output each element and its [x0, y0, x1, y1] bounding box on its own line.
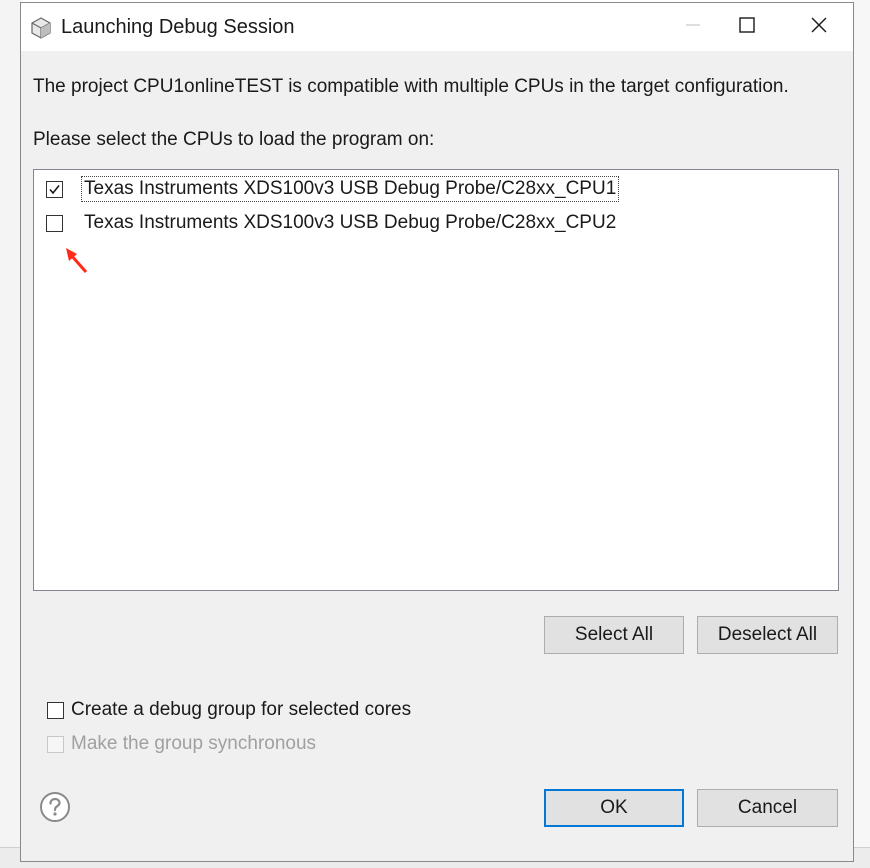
debug-session-icon: [29, 16, 53, 40]
close-button[interactable]: [787, 3, 851, 51]
close-icon: [811, 17, 827, 38]
ok-label: OK: [600, 797, 628, 818]
debug-group-option[interactable]: Create a debug group for selected cores: [47, 699, 411, 721]
cpu2-checkbox[interactable]: [46, 214, 63, 232]
cpu2-label: Texas Instruments XDS100v3 USB Debug Pro…: [84, 212, 617, 233]
select-cpus-prompt: Please select the CPUs to load the progr…: [33, 129, 435, 150]
deselect-all-label: Deselect All: [717, 624, 818, 645]
cpu-item-cpu2[interactable]: Texas Instruments XDS100v3 USB Debug Pro…: [46, 209, 618, 237]
synchronous-option: Make the group synchronous: [47, 733, 316, 755]
window-title: Launching Debug Session: [61, 16, 295, 38]
cpu-item-cpu1[interactable]: Texas Instruments XDS100v3 USB Debug Pro…: [46, 175, 620, 203]
minimize-icon: [686, 18, 700, 37]
cancel-button[interactable]: Cancel: [697, 789, 838, 827]
debug-group-label: Create a debug group for selected cores: [71, 699, 412, 720]
red-arrow-icon: [64, 246, 90, 281]
ok-button[interactable]: OK: [544, 789, 684, 827]
compatibility-message: The project CPU1onlineTEST is compatible…: [33, 76, 789, 97]
help-icon[interactable]: [39, 791, 71, 823]
select-all-button[interactable]: Select All: [544, 616, 684, 654]
launch-debug-dialog: Launching Debug Session The project CPU1…: [20, 2, 854, 862]
title-bar: Launching Debug Session: [21, 3, 853, 51]
deselect-all-button[interactable]: Deselect All: [697, 616, 838, 654]
cancel-label: Cancel: [737, 797, 798, 818]
cpu1-label: Texas Instruments XDS100v3 USB Debug Pro…: [80, 176, 620, 202]
maximize-icon: [739, 16, 755, 38]
select-all-label: Select All: [574, 624, 654, 645]
synchronous-checkbox: [47, 735, 64, 753]
cpu1-checkbox[interactable]: [46, 180, 63, 198]
background-editor-left: [0, 0, 22, 867]
debug-group-checkbox[interactable]: [47, 701, 64, 719]
synchronous-label: Make the group synchronous: [71, 733, 317, 754]
maximize-button[interactable]: [715, 3, 779, 51]
background-editor-right: [852, 0, 870, 867]
cpu-list[interactable]: Texas Instruments XDS100v3 USB Debug Pro…: [33, 169, 839, 591]
